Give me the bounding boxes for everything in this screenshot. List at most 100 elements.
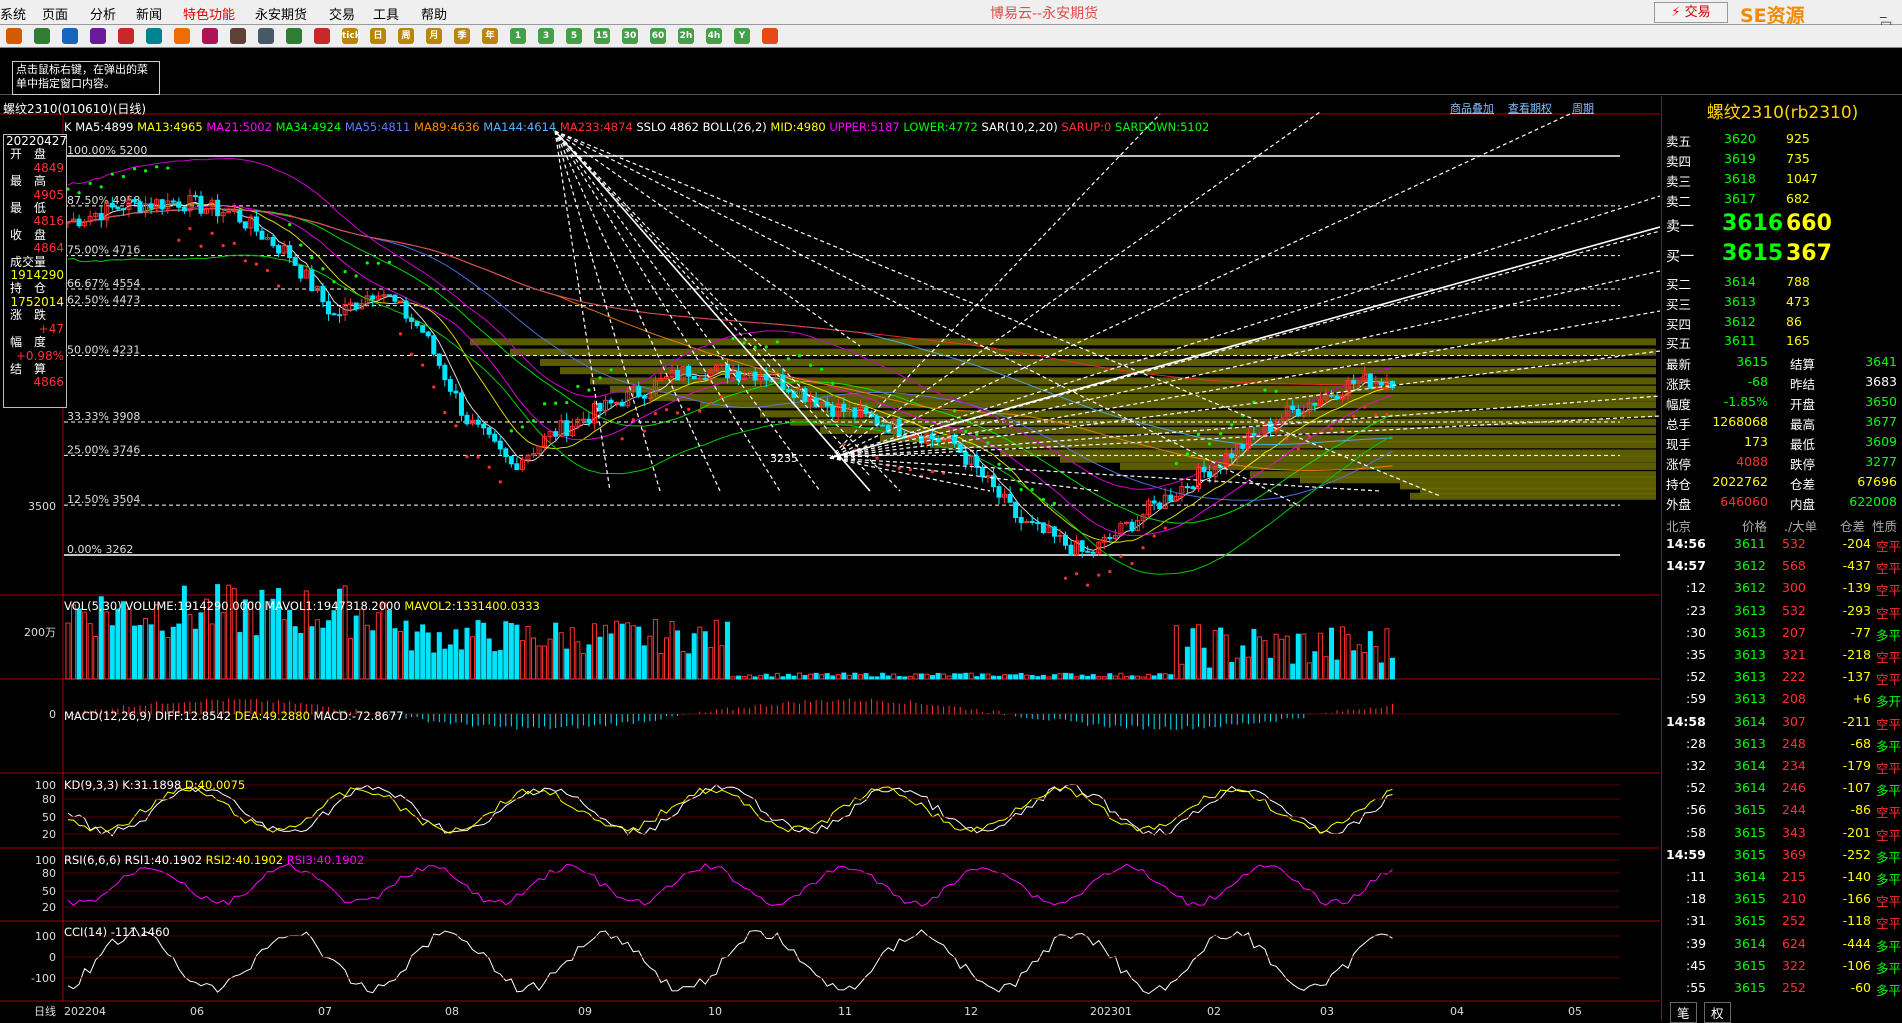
volume-bar bbox=[143, 618, 149, 680]
menu-0[interactable]: 系统 bbox=[0, 4, 26, 23]
min1-icon[interactable]: 1 bbox=[510, 28, 526, 44]
candle-body bbox=[824, 401, 830, 407]
tag-icon[interactable] bbox=[230, 28, 246, 44]
volume-bar bbox=[542, 645, 548, 680]
volume-bar bbox=[76, 608, 82, 680]
period-link[interactable]: 周期 bbox=[1572, 100, 1594, 116]
sar-dot bbox=[299, 243, 303, 247]
ask-row-4[interactable]: 卖一 3616 660 bbox=[1662, 211, 1902, 236]
line-icon[interactable] bbox=[314, 28, 330, 44]
quote-tab-0[interactable]: 笔 bbox=[1670, 1002, 1697, 1023]
min60-icon[interactable]: 60 bbox=[650, 28, 666, 44]
menu-4[interactable]: 特色功能 bbox=[183, 4, 235, 23]
volume-bar bbox=[824, 673, 830, 680]
trade-button[interactable]: ⚡ 交易 bbox=[1654, 2, 1728, 23]
indicator-value: -111.1460 bbox=[107, 925, 170, 939]
stat-value: 1268068 bbox=[1712, 414, 1768, 429]
zoom-in-icon[interactable] bbox=[146, 28, 162, 44]
chart-area[interactable]: 100.00% 5200 87.50% 4958 75.00% 4716 66.67%… bbox=[0, 96, 1660, 1021]
ask-row-0[interactable]: 卖五 3620 925 bbox=[1662, 131, 1902, 150]
list-icon[interactable] bbox=[62, 28, 78, 44]
min30-icon[interactable]: 30 bbox=[622, 28, 638, 44]
ask-row-3[interactable]: 卖二 3617 682 bbox=[1662, 191, 1902, 210]
tick-icon[interactable]: tick bbox=[342, 28, 361, 44]
month-icon[interactable]: 月 bbox=[426, 28, 442, 44]
ts-time: :58 bbox=[1686, 824, 1707, 840]
min3-icon[interactable]: 3 bbox=[538, 28, 554, 44]
ts-row: :11 3614 215 -140 多平 bbox=[1662, 869, 1902, 889]
candle-body bbox=[492, 433, 498, 442]
bid-row-1[interactable]: 买二 3614 788 bbox=[1662, 274, 1902, 293]
hour4-icon[interactable]: 4h bbox=[706, 28, 722, 44]
grid-icon[interactable] bbox=[90, 28, 106, 44]
week-icon[interactable]: 周 bbox=[398, 28, 414, 44]
volume-bar bbox=[1129, 675, 1135, 680]
zoom-out-icon[interactable] bbox=[174, 28, 190, 44]
bid-row-2[interactable]: 买三 3613 473 bbox=[1662, 294, 1902, 313]
candle-body bbox=[1329, 394, 1334, 397]
hour2-icon[interactable]: 2h bbox=[678, 28, 694, 44]
sar-dot bbox=[1008, 467, 1012, 471]
sar-dot bbox=[443, 410, 447, 415]
season-icon[interactable]: 季 bbox=[454, 28, 470, 44]
sar-dot bbox=[1285, 437, 1289, 441]
ma-value: MA5:4899 bbox=[75, 120, 138, 134]
quote-tab-1[interactable]: 权 bbox=[1704, 1002, 1731, 1023]
overlay-link[interactable]: 商品叠加 bbox=[1450, 100, 1494, 116]
ask-row-1[interactable]: 卖四 3619 735 bbox=[1662, 151, 1902, 170]
sar-dot bbox=[631, 418, 635, 422]
chart-icon[interactable] bbox=[34, 28, 50, 44]
bid-row-3[interactable]: 买四 3612 86 bbox=[1662, 314, 1902, 333]
year2-icon[interactable]: Y bbox=[734, 28, 750, 44]
menu-5[interactable]: 永安期货 bbox=[255, 4, 307, 23]
stat-value: 4088 bbox=[1736, 454, 1768, 469]
bar-icon[interactable] bbox=[286, 28, 302, 44]
candle-body bbox=[370, 295, 376, 300]
ts-oi-change: -107 bbox=[1842, 780, 1871, 796]
menu-1[interactable]: 页面 bbox=[42, 4, 68, 23]
bid-row-0[interactable]: 买一 3615 367 bbox=[1662, 241, 1902, 266]
ask-row-2[interactable]: 卖三 3618 1047 bbox=[1662, 171, 1902, 190]
ts-type: 空平 bbox=[1875, 716, 1901, 732]
year-icon[interactable]: 年 bbox=[482, 28, 498, 44]
volume-bar bbox=[132, 625, 137, 680]
day-icon[interactable]: 日 bbox=[370, 28, 386, 44]
volume-bar bbox=[952, 673, 958, 680]
sar-dot bbox=[221, 244, 225, 248]
volume-bar bbox=[802, 675, 808, 680]
ts-row: 14:56 3611 532 -204 空平 bbox=[1662, 536, 1902, 556]
menu-3[interactable]: 新闻 bbox=[136, 4, 162, 23]
menu-8[interactable]: 帮助 bbox=[421, 4, 447, 23]
calc-icon[interactable] bbox=[762, 28, 778, 44]
cci-line bbox=[67, 926, 1393, 995]
ma-value: K bbox=[64, 120, 76, 134]
sar-dot bbox=[1108, 569, 1112, 574]
candle-body bbox=[237, 209, 243, 223]
candle-body bbox=[403, 300, 409, 319]
search-icon[interactable] bbox=[118, 28, 134, 44]
menu-2[interactable]: 分析 bbox=[90, 4, 116, 23]
sar-dot bbox=[531, 419, 536, 423]
bid-row-4[interactable]: 买五 3611 165 bbox=[1662, 333, 1902, 352]
volume-bar bbox=[292, 626, 298, 680]
indicator-value: MACD:-72.8677 bbox=[309, 709, 404, 723]
home-icon[interactable] bbox=[6, 28, 22, 44]
volume-bar bbox=[880, 672, 886, 680]
pen-icon[interactable] bbox=[202, 28, 218, 44]
x-axis-label: 202301 bbox=[1090, 1005, 1132, 1018]
ohlc-key: 成交量 bbox=[10, 254, 47, 269]
chart-canvas[interactable]: 100.00% 520087.50% 495875.00% 471666.67%… bbox=[0, 96, 1660, 1021]
menu-6[interactable]: 交易 bbox=[329, 4, 355, 23]
volume-bar bbox=[1290, 663, 1296, 680]
ts-header-cell: 北京 bbox=[1666, 519, 1692, 534]
stat-label: 涨跌 bbox=[1666, 377, 1692, 392]
options-link[interactable]: 查看期权 bbox=[1508, 100, 1552, 116]
candle-body bbox=[497, 440, 503, 450]
candle-body bbox=[270, 236, 276, 247]
sar-dot bbox=[664, 408, 669, 412]
min5-icon[interactable]: 5 bbox=[566, 28, 582, 44]
filter-icon[interactable] bbox=[258, 28, 274, 44]
min15-icon[interactable]: 15 bbox=[594, 28, 610, 44]
volume-bar bbox=[386, 610, 392, 680]
menu-7[interactable]: 工具 bbox=[373, 4, 399, 23]
